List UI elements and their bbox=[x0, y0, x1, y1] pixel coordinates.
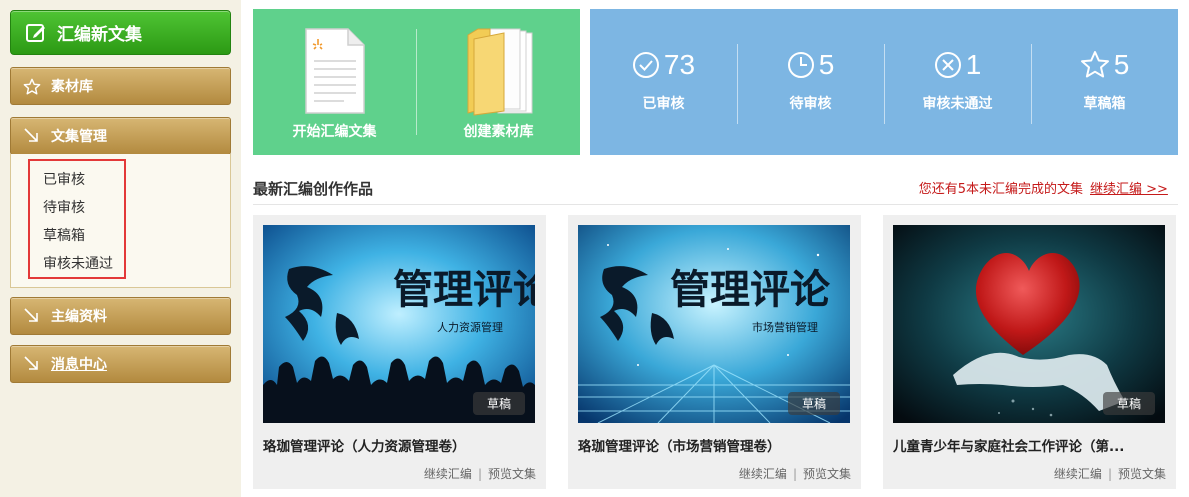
stat-count: 1 bbox=[965, 49, 982, 80]
document-icon bbox=[305, 28, 365, 114]
new-collection-label: 汇编新文集 bbox=[57, 25, 142, 45]
collection-card: 草稿 儿童青少年与家庭社会工作评论（第... 继续汇编 | 预览文集 bbox=[883, 215, 1176, 489]
submenu-item-pending[interactable]: 待审核 bbox=[43, 197, 85, 217]
stat-pending[interactable]: 5 待审核 bbox=[737, 9, 884, 155]
card-actions: 继续汇编 | 预览文集 bbox=[1054, 465, 1166, 482]
check-circle-icon bbox=[632, 52, 659, 78]
clock-icon bbox=[787, 52, 814, 78]
stat-rejected[interactable]: 1 审核未通过 bbox=[884, 9, 1031, 155]
arrow-diagonal-icon bbox=[23, 355, 41, 373]
collection-title[interactable]: 儿童青少年与家庭社会工作评论（第... bbox=[893, 435, 1166, 455]
sidebar-item-collection-management[interactable]: 文集管理 bbox=[10, 117, 231, 155]
continue-compile-link[interactable]: 继续汇编 >> bbox=[1090, 178, 1168, 197]
incomplete-notice: 您还有5本未汇编完成的文集 bbox=[918, 182, 1083, 197]
collection-title[interactable]: 珞珈管理评论（市场营销管理卷） bbox=[578, 435, 851, 455]
sidebar-item-chief-editor-info[interactable]: 主编资料 bbox=[10, 297, 231, 335]
folder-icon bbox=[467, 28, 533, 116]
stat-count: 73 bbox=[663, 49, 696, 80]
stat-label: 审核未通过 bbox=[922, 96, 993, 112]
stat-drafts[interactable]: 5 草稿箱 bbox=[1031, 9, 1178, 155]
separator: | bbox=[1107, 467, 1112, 481]
submenu-item-approved[interactable]: 已审核 bbox=[43, 169, 85, 189]
stat-count: 5 bbox=[818, 49, 835, 80]
collection-cover[interactable]: 管理评论 人力资源管理 草稿 bbox=[263, 225, 535, 423]
continue-compile-action[interactable]: 继续汇编 bbox=[739, 467, 787, 481]
x-circle-icon bbox=[934, 52, 961, 78]
preview-collection-action[interactable]: 预览文集 bbox=[488, 467, 536, 481]
create-library-label: 创建素材库 bbox=[463, 124, 534, 140]
continue-compile-action[interactable]: 继续汇编 bbox=[1054, 467, 1102, 481]
collection-cover[interactable]: 管理评论 市场营销管理 草稿 bbox=[578, 225, 850, 423]
card-actions: 继续汇编 | 预览文集 bbox=[739, 465, 851, 482]
sidebar-item-label: 文集管理 bbox=[51, 129, 107, 145]
cover-subtitle: 人力资源管理 bbox=[437, 320, 503, 334]
sidebar-item-material-library[interactable]: 素材库 bbox=[10, 67, 231, 105]
draft-badge: 草稿 bbox=[788, 392, 840, 415]
create-library-button[interactable]: 创建素材库 bbox=[417, 9, 580, 155]
arrow-diagonal-icon bbox=[23, 307, 41, 325]
quick-actions-panel: 开始汇编文集 创建素材库 bbox=[253, 9, 580, 155]
collection-title[interactable]: 珞珈管理评论（人力资源管理卷） bbox=[263, 435, 536, 455]
stat-label: 已审核 bbox=[642, 96, 685, 112]
stat-count: 5 bbox=[1113, 49, 1130, 80]
collection-submenu: 已审核 待审核 草稿箱 审核未通过 bbox=[10, 154, 231, 288]
stat-label: 待审核 bbox=[789, 96, 832, 112]
edit-icon bbox=[26, 23, 45, 42]
sidebar-item-label: 素材库 bbox=[51, 79, 93, 95]
submenu-item-rejected[interactable]: 审核未通过 bbox=[43, 253, 113, 273]
start-compile-label: 开始汇编文集 bbox=[292, 124, 377, 140]
submenu-item-drafts[interactable]: 草稿箱 bbox=[43, 225, 85, 245]
new-collection-button[interactable]: 汇编新文集 bbox=[10, 10, 231, 55]
preview-collection-action[interactable]: 预览文集 bbox=[1118, 467, 1166, 481]
start-compile-button[interactable]: 开始汇编文集 bbox=[253, 9, 416, 155]
sidebar-item-message-center[interactable]: 消息中心 bbox=[10, 345, 231, 383]
continue-compile-action[interactable]: 继续汇编 bbox=[424, 467, 472, 481]
cover-title: 管理评论 bbox=[393, 266, 535, 313]
stat-approved[interactable]: 73 已审核 bbox=[590, 9, 737, 155]
draft-badge: 草稿 bbox=[1103, 392, 1155, 415]
stat-label: 草稿箱 bbox=[1083, 96, 1126, 112]
draft-badge: 草稿 bbox=[473, 392, 525, 415]
cover-subtitle: 市场营销管理 bbox=[752, 320, 818, 334]
sidebar-item-label: 消息中心 bbox=[51, 357, 107, 373]
section-title: 最新汇编创作作品 bbox=[253, 180, 374, 198]
collection-cover[interactable]: 草稿 bbox=[893, 225, 1165, 423]
star-outline-icon bbox=[23, 77, 41, 95]
collection-card: 管理评论 人力资源管理 草稿 珞珈管理评论（人力资源管理卷） 继续汇编 | 预览文集 bbox=[253, 215, 546, 489]
sidebar: 汇编新文集 素材库 文集管理 已审核 待审核 草稿箱 审核未通过 主编资料 消息… bbox=[0, 0, 241, 497]
arrow-diagonal-icon bbox=[23, 127, 41, 145]
cover-title: 管理评论 bbox=[670, 266, 831, 313]
preview-collection-action[interactable]: 预览文集 bbox=[803, 467, 851, 481]
sidebar-item-label: 主编资料 bbox=[51, 309, 107, 325]
collection-card: 管理评论 市场营销管理 草稿 珞珈管理评论（市场营销管理卷） 继续汇编 | 预览文 bbox=[568, 215, 861, 489]
stats-panel: 73 已审核 5 待审核 1 审核未通过 5 草稿箱 bbox=[590, 9, 1178, 155]
divider bbox=[253, 204, 1178, 205]
star-icon bbox=[1080, 51, 1109, 78]
separator: | bbox=[477, 467, 482, 481]
card-actions: 继续汇编 | 预览文集 bbox=[424, 465, 536, 482]
separator: | bbox=[792, 467, 797, 481]
